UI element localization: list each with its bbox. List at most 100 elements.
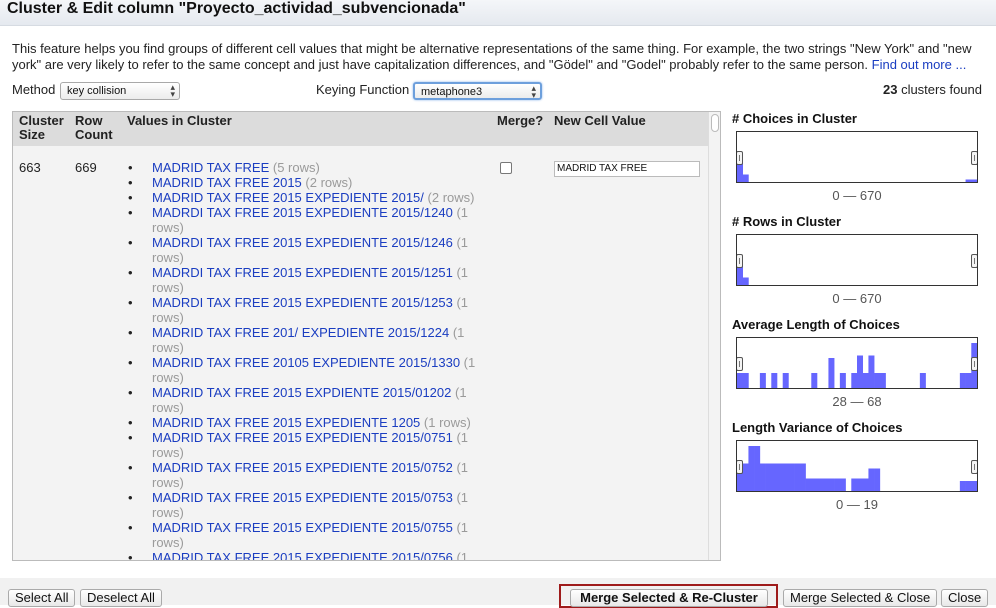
scrollbar-thumb[interactable]	[711, 114, 719, 132]
method-label: Method	[12, 82, 56, 97]
cluster-value-link[interactable]: MADRID TAX FREE 2015	[152, 175, 302, 190]
value-list-item: MADRID TAX FREE 2015 EXPEDIENTE 2015/075…	[127, 550, 487, 560]
cluster-value-link[interactable]: MADRID TAX FREE 2015 EXPEDIENTE 2015/	[152, 190, 424, 205]
header-merge: Merge?	[497, 113, 544, 128]
dialog-title: Cluster & Edit column "Proyecto_activida…	[7, 0, 466, 17]
range-handle-left[interactable]	[737, 460, 743, 474]
histogram-bar	[811, 478, 818, 491]
histogram-bar	[857, 478, 864, 491]
clusters-table: Cluster Size Row Count Values in Cluster…	[12, 111, 721, 561]
method-control: Method	[12, 82, 55, 102]
merge-checkbox[interactable]	[500, 162, 512, 174]
histogram-bar	[959, 481, 966, 491]
histogram-chart	[737, 154, 977, 182]
histogram-bar	[828, 478, 835, 491]
value-list-item: MADRID TAX FREE 2015 EXPEDIENTE 2015/ (2…	[127, 190, 487, 205]
dialog-title-bar: Cluster & Edit column "Proyecto_activida…	[0, 0, 996, 26]
facet-range-label: 0 — 670	[832, 188, 882, 203]
histogram-bar	[857, 355, 864, 388]
cluster-value-link[interactable]: MADRID TAX FREE 20105 EXPEDIENTE 2015/13…	[152, 355, 460, 370]
keying-function-label: Keying Function	[316, 82, 410, 97]
value-list-item: MADRID TAX FREE 2015 (2 rows)	[127, 175, 487, 190]
histogram-bar	[742, 174, 749, 182]
value-list-item: MADRID TAX FREE 2015 EXPDIENTE 2015/0120…	[127, 385, 487, 415]
histogram-bar	[965, 179, 972, 182]
histogram-bar	[851, 478, 858, 491]
range-handle-left[interactable]	[737, 151, 743, 165]
deselect-all-button[interactable]: Deselect All	[80, 589, 162, 607]
find-out-more-link[interactable]: Find out more ...	[872, 57, 967, 72]
value-list-item: MADRID TAX FREE 201/ EXPEDIENTE 2015/122…	[127, 325, 487, 355]
keying-function-select[interactable]: metaphone3 ▴ ▾	[413, 82, 542, 100]
header-cluster-size[interactable]: Cluster Size	[19, 114, 64, 142]
cluster-value-link[interactable]: MADRID TAX FREE	[152, 160, 269, 175]
range-handle-right[interactable]	[971, 357, 977, 371]
histogram-bar	[788, 463, 795, 491]
facet-3: Average Length of Choices 28 — 68	[732, 317, 978, 409]
histogram-bar	[771, 463, 778, 491]
cluster-value-link[interactable]: MADRID TAX FREE 201/ EXPEDIENTE 2015/122…	[152, 325, 449, 340]
range-handle-right[interactable]	[971, 151, 977, 165]
histogram-bar	[737, 373, 744, 388]
keying-selected-value: metaphone3	[421, 86, 483, 98]
value-list-item: MADRID TAX FREE 2015 EXPEDIENTE 1205 (1 …	[127, 415, 487, 430]
select-all-button[interactable]: Select All	[8, 589, 76, 607]
facet-histogram[interactable]	[736, 440, 978, 492]
cluster-value-link[interactable]: MADRDI TAX FREE 2015 EXPEDIENTE 2015/125…	[152, 265, 453, 280]
histogram-bar	[742, 463, 749, 491]
facet-label: Length Variance of Choices	[732, 420, 903, 435]
histogram-bar	[839, 478, 846, 491]
table-scrollbar[interactable]	[708, 112, 720, 560]
facet-4: Length Variance of Choices 0 — 19	[732, 420, 978, 512]
histogram-bar	[811, 373, 818, 388]
row-count-cell: 669	[75, 160, 97, 175]
histogram-bar	[799, 463, 806, 491]
table-header: Cluster Size Row Count Values in Cluster…	[13, 112, 710, 146]
method-select[interactable]: key collision ▴ ▾	[60, 82, 180, 100]
histogram-chart	[737, 343, 977, 388]
merge-recluster-button[interactable]: Merge Selected & Re-Cluster	[570, 589, 768, 607]
cluster-value-link[interactable]: MADRDI TAX FREE 2015 EXPEDIENTE 2015/124…	[152, 235, 453, 250]
histogram-bar	[874, 373, 881, 388]
cluster-value-link[interactable]: MADRID TAX FREE 2015 EXPEDIENTE 2015/075…	[152, 520, 453, 535]
feature-description: This feature helps you find groups of di…	[12, 41, 987, 73]
cluster-value-link[interactable]: MADRID TAX FREE 2015 EXPEDIENTE 2015/075…	[152, 430, 453, 445]
cluster-value-link[interactable]: MADRID TAX FREE 2015 EXPEDIENTE 2015/075…	[152, 550, 453, 560]
histogram-bar	[959, 373, 966, 388]
header-row-count[interactable]: Row Count	[75, 114, 113, 142]
new-cell-value-input[interactable]: MADRID TAX FREE	[554, 161, 700, 177]
header-new-cell-value: New Cell Value	[554, 113, 646, 128]
value-row-count: (5 rows)	[272, 160, 320, 175]
cluster-value-link[interactable]: MADRID TAX FREE 2015 EXPEDIENTE 2015/075…	[152, 490, 453, 505]
histogram-bar	[748, 446, 755, 491]
facet-histogram[interactable]	[736, 234, 978, 286]
facet-histogram[interactable]	[736, 131, 978, 183]
facet-range-label: 0 — 19	[836, 497, 878, 512]
range-handle-right[interactable]	[971, 460, 977, 474]
histogram-bar	[817, 478, 824, 491]
histogram-chart	[737, 446, 977, 491]
facet-histogram[interactable]	[736, 337, 978, 389]
histogram-bar	[862, 373, 869, 388]
cluster-value-link[interactable]: MADRDI TAX FREE 2015 EXPEDIENTE 2015/125…	[152, 295, 453, 310]
close-button[interactable]: Close	[941, 589, 989, 607]
histogram-bar	[965, 373, 972, 388]
range-handle-left[interactable]	[737, 254, 743, 268]
cluster-value-link[interactable]: MADRID TAX FREE 2015 EXPEDIENTE 2015/075…	[152, 460, 453, 475]
histogram-bar	[777, 463, 784, 491]
merge-close-button[interactable]: Merge Selected & Close	[783, 589, 938, 607]
cluster-value-link[interactable]: MADRID TAX FREE 2015 EXPEDIENTE 1205	[152, 415, 420, 430]
histogram-bar	[759, 463, 766, 491]
histogram-bar	[805, 478, 812, 491]
cluster-value-link[interactable]: MADRID TAX FREE 2015 EXPDIENTE 2015/0120…	[152, 385, 451, 400]
value-row-count: (2 rows)	[305, 175, 353, 190]
facet-2: # Rows in Cluster 0 — 670	[732, 214, 978, 306]
clusters-found: 23 clusters found	[880, 82, 982, 102]
histogram-bar	[971, 481, 977, 491]
histogram-bar	[765, 463, 772, 491]
facet-label: Average Length of Choices	[732, 317, 900, 332]
cluster-value-link[interactable]: MADRDI TAX FREE 2015 EXPEDIENTE 2015/124…	[152, 205, 453, 220]
range-handle-left[interactable]	[737, 357, 743, 371]
cluster-size-cell: 663	[19, 160, 41, 175]
range-handle-right[interactable]	[971, 254, 977, 268]
